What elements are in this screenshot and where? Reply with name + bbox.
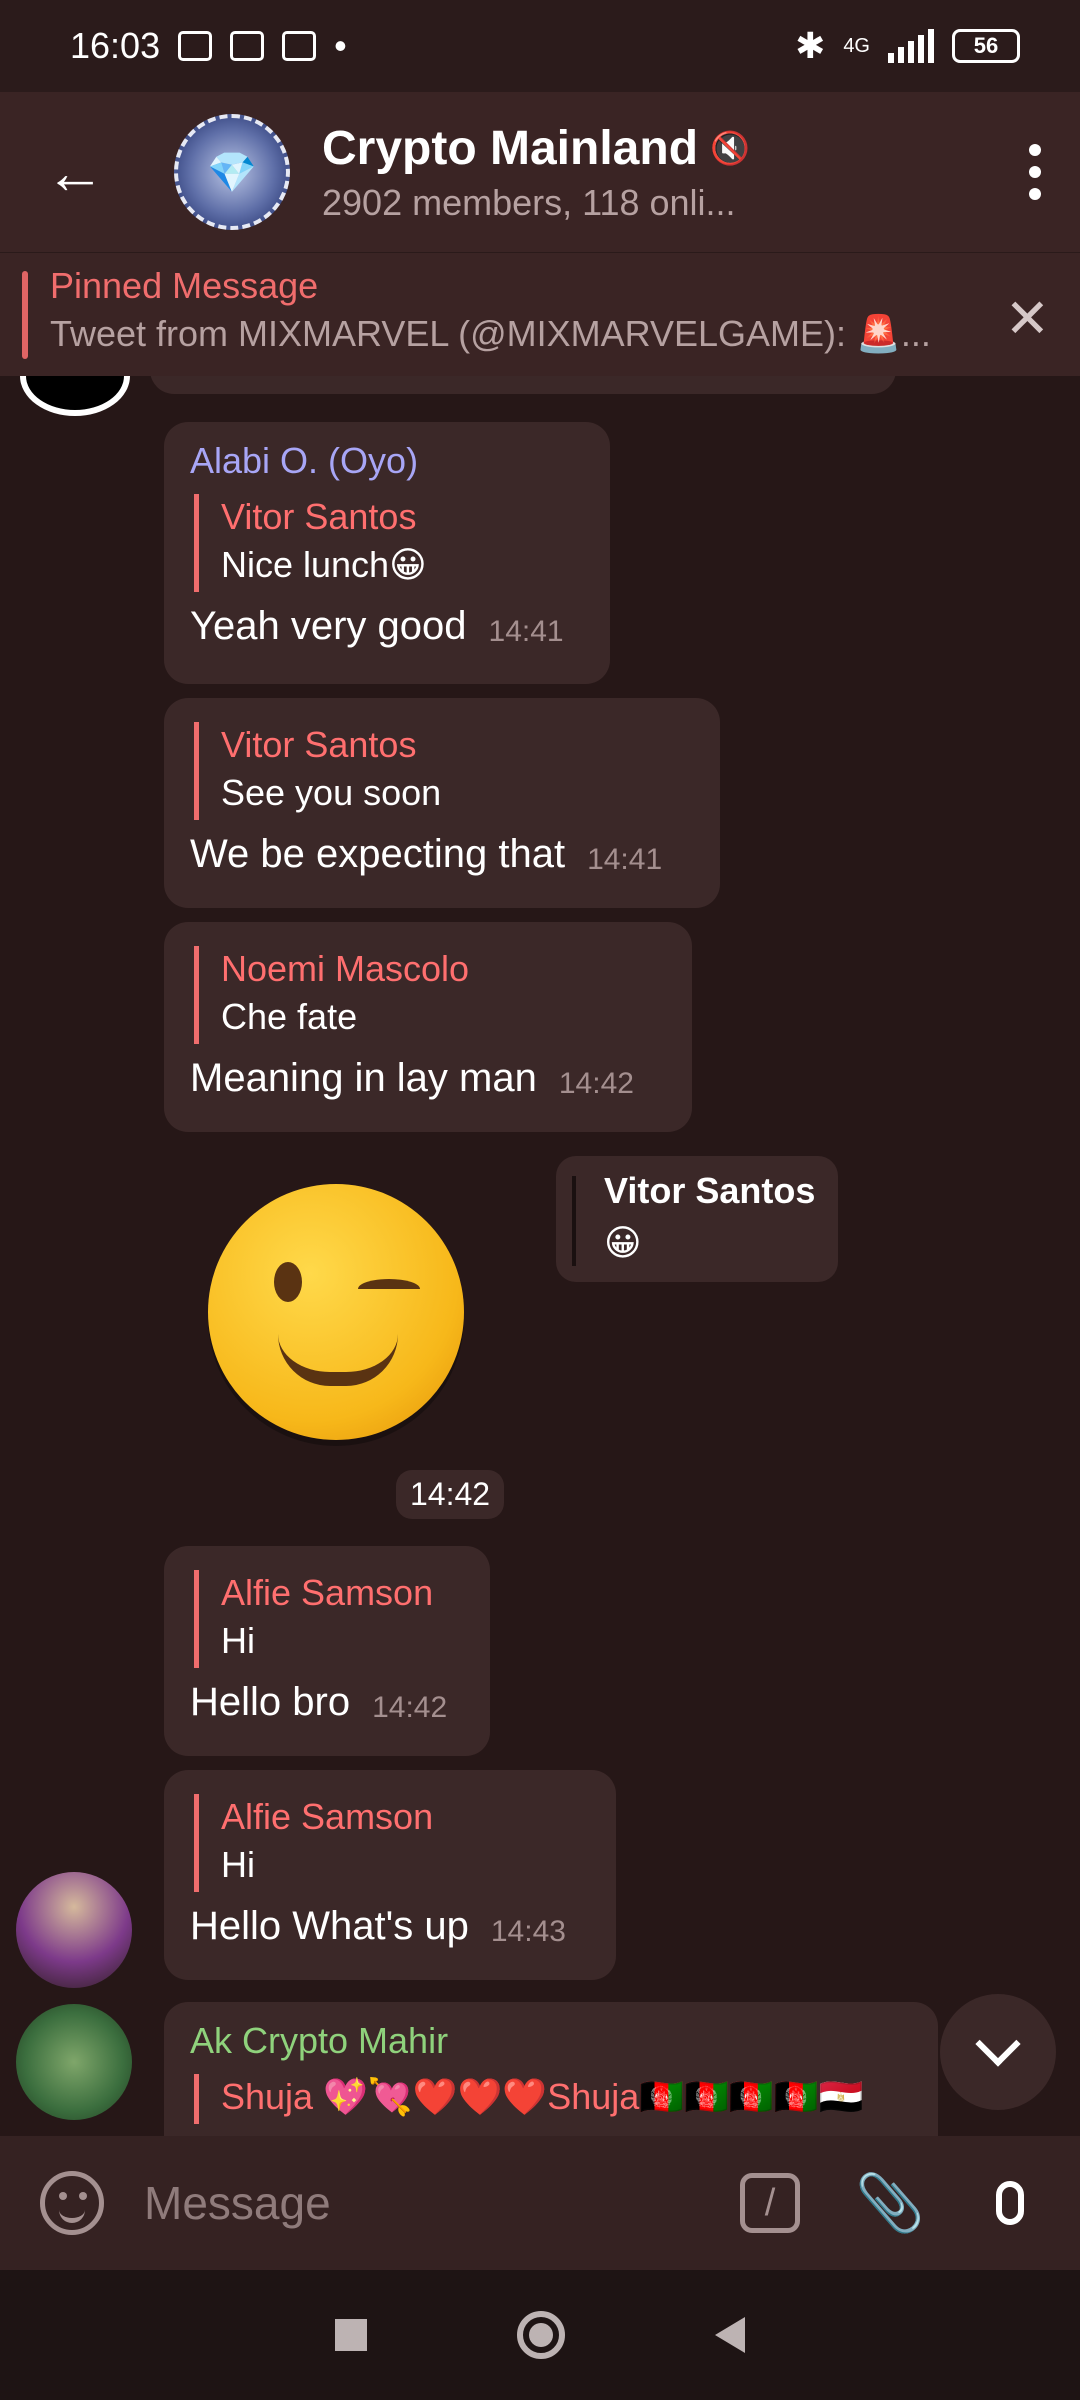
message-text: Yeah very good (190, 604, 467, 648)
message-bubble[interactable]: Alfie Samson Hi Hello bro 14:42 (164, 1546, 490, 1756)
message-sender[interactable]: Ak Crypto Mahir (190, 2020, 912, 2062)
avatar[interactable] (16, 1872, 132, 1988)
network-type: 4G (843, 34, 870, 57)
message-text: Meaning in lay man (190, 1056, 537, 1100)
emoji-icon[interactable] (40, 2171, 104, 2235)
chat-title-row: Crypto Mainland 🔇 (322, 121, 990, 176)
message-time: 14:42 (558, 1067, 634, 1100)
reply-sender: Vitor Santos (604, 1170, 816, 1211)
partial-avatar[interactable] (20, 376, 130, 416)
reply-sender: Shuja 💖💘❤️❤️❤️Shuja🇦🇫🇦🇫🇦🇫🇦🇫🇪🇬 (221, 2076, 864, 2117)
close-icon[interactable]: ✕ (1005, 287, 1050, 350)
message-notification-icon (178, 31, 213, 61)
message-text: Hello What's up (190, 1904, 469, 1948)
recent-apps-icon[interactable] (335, 2319, 367, 2351)
reply-quote[interactable]: Alfie Samson Hi (194, 1794, 590, 1892)
microphone-icon[interactable] (980, 2173, 1040, 2233)
message-body: We be expecting that 14:41 (190, 832, 694, 877)
chevron-down-icon (975, 2021, 1021, 2067)
pinned-accent-bar (22, 271, 28, 359)
more-notifications-dot-icon: • (334, 25, 347, 66)
message-input[interactable]: Message (144, 2176, 740, 2230)
bluetooth-icon: ✱ (795, 25, 826, 66)
message-bubble[interactable]: Noemi Mascolo Che fate Meaning in lay ma… (164, 922, 692, 1132)
status-bar: 16:03 • ✱ 4G 56 (0, 0, 1080, 92)
home-icon[interactable] (517, 2311, 565, 2359)
reply-sender: Noemi Mascolo (221, 948, 470, 989)
sticker-eye-right (358, 1279, 420, 1299)
reply-text: Che fate (221, 996, 358, 1037)
battery-icon: 56 (952, 29, 1020, 63)
status-left: 16:03 • (70, 25, 347, 67)
chat-header: ← 💎 Crypto Mainland 🔇 2902 members, 118 … (0, 92, 1080, 252)
message-body: Meaning in lay man 14:42 (190, 1056, 666, 1101)
scroll-down-button[interactable] (940, 1994, 1056, 2110)
sticker-time: 14:42 (396, 1470, 505, 1519)
back-triangle-icon[interactable] (715, 2317, 745, 2353)
reply-quote[interactable]: Noemi Mascolo Che fate (194, 946, 666, 1044)
pinned-label: Pinned Message (50, 265, 319, 306)
message-bubble[interactable]: Ak Crypto Mahir Shuja 💖💘❤️❤️❤️Shuja🇦🇫🇦🇫🇦… (164, 2002, 938, 2136)
reply-sender: Alfie Samson (221, 1796, 434, 1837)
message-body: Hello bro 14:42 (190, 1680, 464, 1725)
system-nav-bar (0, 2270, 1080, 2400)
winking-face-sticker[interactable] (208, 1184, 464, 1440)
message-time: 14:41 (587, 843, 663, 876)
reply-quote[interactable]: Vitor Santos Nice lunch😀 (194, 494, 584, 592)
chat-info[interactable]: Crypto Mainland 🔇 2902 members, 118 onli… (322, 121, 990, 224)
sticker-reply-quote[interactable]: Vitor Santos 😀 (556, 1156, 838, 1282)
reply-accent-bar (572, 1176, 576, 1266)
reply-quote[interactable]: Vitor Santos See you soon (194, 722, 694, 820)
message-text: Hello bro (190, 1680, 351, 1724)
pinned-text: Tweet from MIXMARVEL (@MIXMARVELGAME): 🚨… (50, 313, 931, 354)
attach-icon[interactable]: 📎 (855, 2171, 925, 2234)
more-vertical-icon[interactable] (990, 144, 1080, 200)
bot-command-icon[interactable]: / (740, 2173, 800, 2233)
reply-text: Hi (221, 1844, 255, 1885)
reply-text: Nice lunch😀 (221, 544, 427, 585)
arrow-left-icon[interactable]: ← (0, 92, 150, 252)
diamond-logo-icon: 💎 (207, 150, 257, 195)
sticker-mouth (278, 1334, 398, 1386)
chat-subtitle: 2902 members, 118 onli... (322, 181, 736, 223)
message-body: Yeah very good 14:41 (190, 604, 584, 649)
muted-speaker-icon: 🔇 (710, 130, 750, 166)
message-input-bar: Message / 📎 (0, 2136, 1080, 2270)
status-time: 16:03 (70, 25, 161, 66)
message-text: We be expecting that (190, 832, 566, 876)
reply-text: 😀 (604, 1222, 642, 1263)
signal-icon (888, 29, 934, 63)
group-avatar[interactable]: 💎 (174, 114, 290, 230)
message-time: 14:42 (372, 1691, 448, 1724)
reply-sender: Alfie Samson (221, 1572, 434, 1613)
reply-quote[interactable]: Shuja 💖💘❤️❤️❤️Shuja🇦🇫🇦🇫🇦🇫🇦🇫🇪🇬 (194, 2074, 912, 2124)
message-bubble[interactable]: Vitor Santos See you soon We be expectin… (164, 698, 720, 908)
status-right: ✱ 4G 56 (795, 25, 1020, 67)
message-body: Hello What's up 14:43 (190, 1904, 590, 1949)
reply-text: See you soon (221, 772, 442, 813)
message-bubble[interactable]: Alabi O. (Oyo) Vitor Santos Nice lunch😀 … (164, 422, 610, 684)
battery-level: 56 (973, 33, 999, 58)
avatar[interactable] (16, 2004, 132, 2120)
reply-text: Hi (221, 1620, 255, 1661)
message-time: 14:43 (490, 1915, 566, 1948)
list-notification-icon (230, 31, 265, 61)
chat-title: Crypto Mainland (322, 121, 699, 175)
sticker-eye-left (274, 1262, 302, 1302)
mic-head (996, 2181, 1024, 2225)
message-sender[interactable]: Alabi O. (Oyo) (190, 440, 584, 482)
trash-notification-icon (282, 31, 317, 61)
chat-area[interactable]: Alabi O. (Oyo) Vitor Santos Nice lunch😀 … (0, 376, 1080, 2136)
reply-quote[interactable]: Alfie Samson Hi (194, 1570, 464, 1668)
message-time: 14:41 (488, 615, 564, 648)
partial-message-bubble[interactable] (150, 376, 896, 394)
reply-sender: Vitor Santos (221, 496, 417, 537)
message-bubble[interactable]: Alfie Samson Hi Hello What's up 14:43 (164, 1770, 616, 1980)
pinned-message-bar[interactable]: Pinned Message Tweet from MIXMARVEL (@MI… (0, 252, 1080, 376)
reply-sender: Vitor Santos (221, 724, 417, 765)
